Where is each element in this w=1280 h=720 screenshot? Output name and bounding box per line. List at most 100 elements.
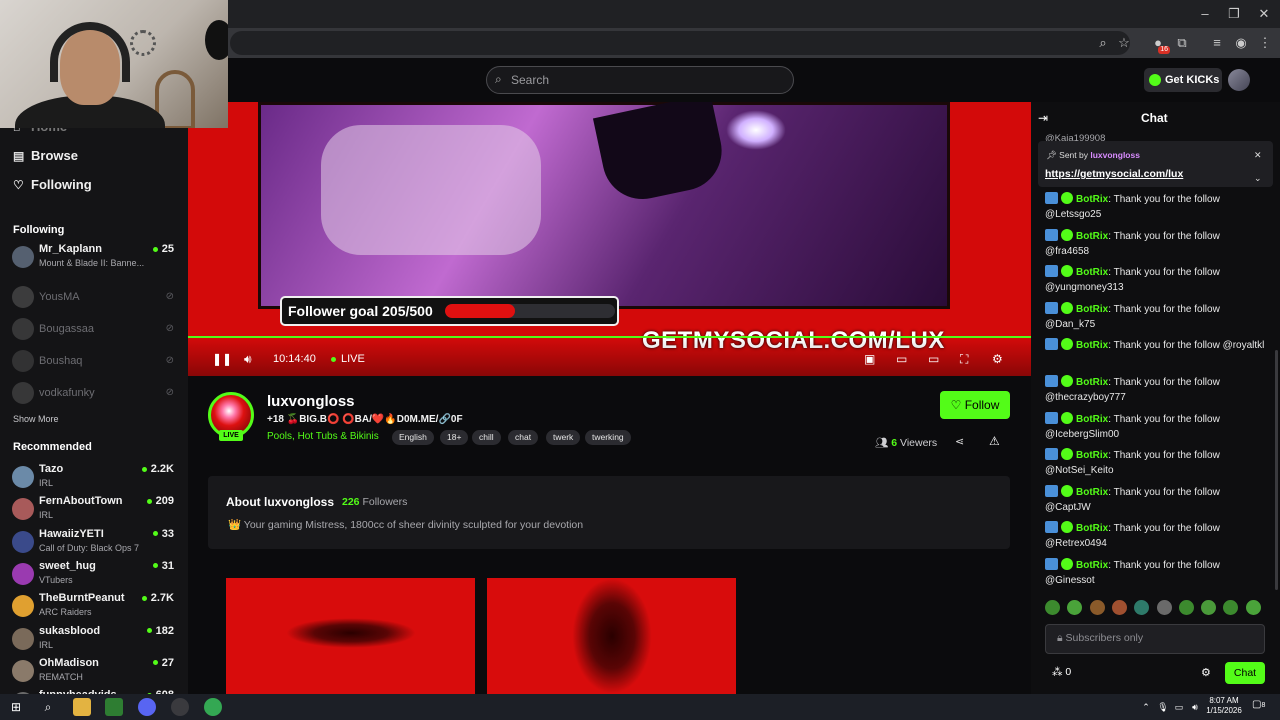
unpin-icon[interactable]: ✕ [1254,150,1262,161]
tag-twerking[interactable]: twerking [585,430,631,445]
emote-icon[interactable] [1156,600,1172,615]
chat-message[interactable]: BotRix: Thank you for the follow @NotSei… [1045,448,1265,478]
sidebar-item-following[interactable]: ♡ Following [13,177,92,192]
pinned-link[interactable]: https://getmysocial.com/lux [1045,168,1183,180]
chat-message[interactable]: BotRix: Thank you for the follow @Retrex… [1045,521,1265,551]
channel-points[interactable]: ⁂ 0 [1052,666,1071,678]
browser-menu-icon[interactable]: ⋮ [1255,33,1275,53]
chat-message[interactable]: BotRix: Thank you for the follow @Giness… [1045,558,1265,588]
share-icon[interactable]: ⋖ [955,435,964,448]
chat-message[interactable]: BotRix: Thank you for the follow @royalt… [1045,338,1265,353]
chat-username[interactable]: BotRix [1076,340,1108,351]
get-kicks-button[interactable]: Get KICKs [1144,68,1222,92]
channel-panel-image[interactable] [487,578,736,694]
collapse-chat-icon[interactable]: ⇥ [1038,111,1048,125]
chat-username[interactable]: BotRix [1076,560,1108,571]
restore-button[interactable]: ❐ [1219,4,1249,24]
start-icon[interactable]: ⊞ [7,698,25,716]
emote-icon[interactable] [1067,600,1083,615]
extension-icon[interactable]: ● 16 [1148,33,1170,54]
profile-icon[interactable]: ◉ [1231,33,1251,53]
discord-icon[interactable] [138,698,156,716]
zoom-icon[interactable]: ⌕ [1093,33,1113,53]
chat-message[interactable]: BotRix: Thank you for the follow @fra465… [1045,228,1265,259]
chat-username[interactable]: BotRix [1076,414,1108,425]
chat-settings-icon[interactable]: ⚙ [1201,666,1211,679]
tag-chat[interactable]: chat [508,430,539,445]
tag-english[interactable]: English [392,430,434,445]
reading-list-icon[interactable]: ≡ [1207,33,1227,53]
sidebar-channel[interactable]: Bougassaa ⊘ [12,315,177,345]
speaker-icon[interactable]: 🔊︎ [1186,698,1204,716]
sidebar-channel[interactable]: Boushaq ⊘ [12,347,177,377]
tag-twerk[interactable]: twerk [546,430,581,445]
chat-username[interactable]: BotRix [1076,523,1108,534]
chrome-icon[interactable] [204,698,222,716]
address-bar[interactable] [230,31,1130,55]
minimize-button[interactable]: – [1190,4,1220,24]
settings-gear-icon[interactable]: ⚙ [992,352,1003,366]
channel-panel-image[interactable] [226,578,475,694]
emote-icon[interactable] [1201,600,1217,615]
chat-username[interactable]: BotRix [1076,450,1108,461]
stream-category[interactable]: Pools, Hot Tubs & Bikinis [267,431,379,442]
emote-icon[interactable] [1245,600,1261,615]
chat-message[interactable]: BotRix: Thank you for the follow @Letssg… [1045,192,1265,222]
chat-username[interactable]: BotRix [1076,194,1108,205]
obs-icon[interactable] [171,698,189,716]
close-window-button[interactable]: ✕ [1249,4,1279,24]
chat-username[interactable]: BotRix [1076,487,1108,498]
volume-icon[interactable]: 🔊︎ [244,352,252,367]
report-icon[interactable]: ⚠ [989,434,1000,448]
emote-icon[interactable] [1111,600,1127,615]
recommended-channel[interactable]: FernAboutTown IRL 209 [12,495,177,525]
recommended-channel[interactable]: HawaiizYETI Call of Duty: Black Ops 7 33 [12,528,177,558]
send-chat-button[interactable]: Chat [1225,662,1265,684]
tag-18-plus[interactable]: 18+ [440,430,469,445]
theater-mode-icon[interactable]: ▭ [928,352,939,366]
search-icon[interactable]: ⌕ [39,698,57,716]
sidebar-channel[interactable]: Mr_Kaplann Mount & Blade II: Banne... 25 [12,243,177,273]
sidebar-channel[interactable]: vodkafunky ⊘ [12,379,177,409]
recommended-channel[interactable]: OhMadison REMATCH 27 [12,657,177,687]
recommended-channel[interactable]: Tazo IRL 2.2K [12,463,177,493]
channel-name[interactable]: luxvongloss [267,393,355,410]
fullscreen-icon[interactable]: ⛶ [960,352,968,367]
store-icon[interactable] [105,698,123,716]
channel-avatar [12,562,34,585]
chat-username[interactable]: BotRix [1076,377,1108,388]
chat-message[interactable]: BotRix: Thank you for the follow @yungmo… [1045,265,1265,295]
tag-chill[interactable]: chill [472,430,501,445]
show-more-link[interactable]: Show More [13,414,59,424]
tray-chevron-icon[interactable]: ⌃ [1137,698,1155,716]
chat-message[interactable]: BotRix: Thank you for the follow @thecra… [1045,375,1265,405]
notification-icon[interactable]: ▢8 [1252,699,1266,713]
chat-message[interactable]: BotRix: Thank you for the follow @Iceber… [1045,411,1265,442]
extensions-puzzle-icon[interactable]: ⧉ [1172,33,1192,53]
follow-button[interactable]: ♡ Follow [940,391,1010,419]
emote-icon[interactable] [1134,600,1150,615]
sidebar-channel[interactable]: YousMA ⊘ [12,283,177,313]
clip-icon[interactable]: ▣ [864,352,875,366]
recommended-channel[interactable]: TheBurntPeanut ARC Raiders 2.7K [12,592,177,622]
user-avatar[interactable] [1228,69,1250,91]
emote-icon[interactable] [1178,600,1194,615]
bookmark-star-icon[interactable]: ☆ [1114,33,1134,53]
taskbar-clock[interactable]: 8:07 AM 1/15/2026 [1205,696,1243,716]
chevron-down-icon[interactable]: ⌄ [1254,173,1262,184]
chat-username[interactable]: BotRix [1076,267,1108,278]
emote-icon[interactable] [1223,600,1239,615]
recommended-channel[interactable]: sweet_hug VTubers 31 [12,560,177,590]
pause-icon[interactable]: ❚❚ [212,352,232,366]
emote-icon[interactable] [1089,600,1105,615]
chat-message[interactable]: BotRix: Thank you for the follow @CaptJW [1045,484,1265,515]
sidebar-item-browse[interactable]: ▤ Browse [13,148,78,163]
chat-message[interactable]: BotRix: Thank you for the follow @Dan_k7… [1045,301,1265,332]
recommended-channel[interactable]: sukasblood IRL 182 [12,625,177,655]
miniplayer-icon[interactable]: ▭ [896,352,907,366]
chat-scrollbar[interactable] [1275,350,1278,590]
emote-icon[interactable] [1045,600,1060,615]
file-explorer-icon[interactable] [73,698,91,716]
chat-username[interactable]: BotRix [1076,231,1108,242]
chat-username[interactable]: BotRix [1076,304,1108,315]
